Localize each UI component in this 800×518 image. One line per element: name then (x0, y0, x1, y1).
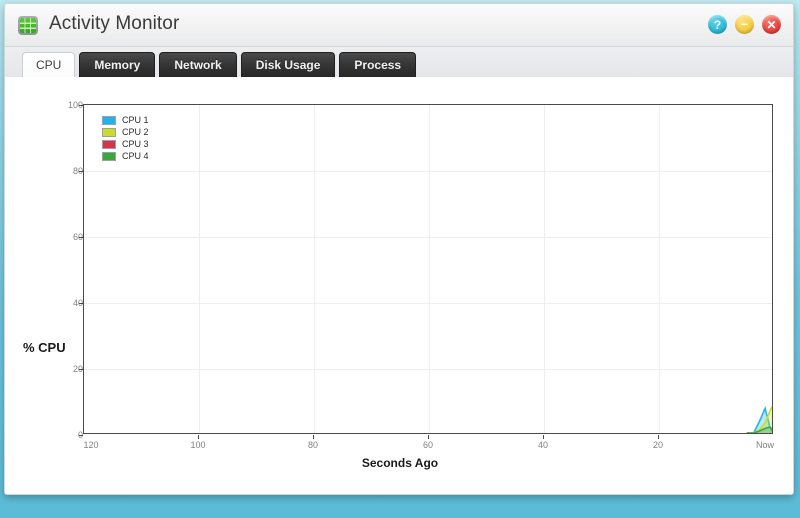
tab-process[interactable]: Process (339, 52, 417, 77)
series-lines (746, 105, 772, 433)
grid-monitor-icon (18, 16, 38, 35)
chart-legend: CPU 1 CPU 2 CPU 3 CPU 4 (98, 111, 154, 166)
x-axis-tick-label: 60 (422, 440, 434, 450)
legend-swatch-icon (102, 151, 116, 161)
x-axis: 120 100 80 60 40 20 Now (83, 435, 775, 457)
legend-item: CPU 2 (102, 126, 149, 138)
x-axis-tick-mark (543, 435, 544, 439)
content-area: 020406080100 CPU 1 CPU 2 CPU 3 CPU 4 120 100… (5, 78, 793, 494)
cpu-usage-chart: 020406080100 CPU 1 CPU 2 CPU 3 CPU 4 120 100… (5, 78, 793, 494)
x-axis-label: Seconds Ago (361, 456, 439, 470)
tab-cpu[interactable]: CPU (22, 52, 76, 77)
title-bar: Activity Monitor ? – ✕ (5, 4, 793, 47)
tab-network[interactable]: Network (159, 52, 237, 77)
minus-icon: – (740, 15, 749, 31)
tab-memory[interactable]: Memory (79, 52, 156, 77)
plot-area: CPU 1 CPU 2 CPU 3 CPU 4 (83, 104, 773, 434)
question-icon: ? (713, 17, 722, 32)
x-axis-tick-label: 120 (83, 440, 99, 450)
tab-disk-usage[interactable]: Disk Usage (240, 52, 336, 77)
minimize-button[interactable]: – (735, 15, 754, 34)
activity-monitor-window: Activity Monitor ? – ✕ CPU Memory Network Dis… (4, 3, 794, 495)
legend-swatch-icon (102, 139, 116, 149)
help-button[interactable]: ? (708, 15, 727, 34)
legend-swatch-icon (102, 115, 116, 125)
legend-item: CPU 3 (102, 138, 149, 150)
x-axis-tick-label: Now (755, 440, 775, 450)
x-axis-tick-label: 80 (307, 440, 319, 450)
legend-label: CPU 4 (122, 151, 149, 161)
x-axis-tick-mark (658, 435, 659, 439)
legend-item: CPU 4 (102, 150, 149, 162)
y-axis-label: % CPU (23, 340, 66, 355)
window-title: Activity Monitor (49, 13, 180, 34)
close-icon: ✕ (766, 17, 777, 32)
legend-item: CPU 1 (102, 114, 149, 126)
close-button[interactable]: ✕ (762, 15, 781, 34)
tab-bar: CPU Memory Network Disk Usage Process (5, 47, 793, 78)
x-axis-tick-mark (313, 435, 314, 439)
legend-label: CPU 2 (122, 127, 149, 137)
legend-swatch-icon (102, 127, 116, 137)
legend-label: CPU 1 (122, 115, 149, 125)
x-axis-tick-label: 40 (537, 440, 549, 450)
x-axis-tick-mark (198, 435, 199, 439)
legend-label: CPU 3 (122, 139, 149, 149)
x-axis-tick-mark (428, 435, 429, 439)
window-controls: ? – ✕ (708, 15, 781, 34)
x-axis-tick-label: 100 (190, 440, 206, 450)
x-axis-tick-label: 20 (652, 440, 664, 450)
y-axis: 020406080100 (49, 100, 83, 440)
